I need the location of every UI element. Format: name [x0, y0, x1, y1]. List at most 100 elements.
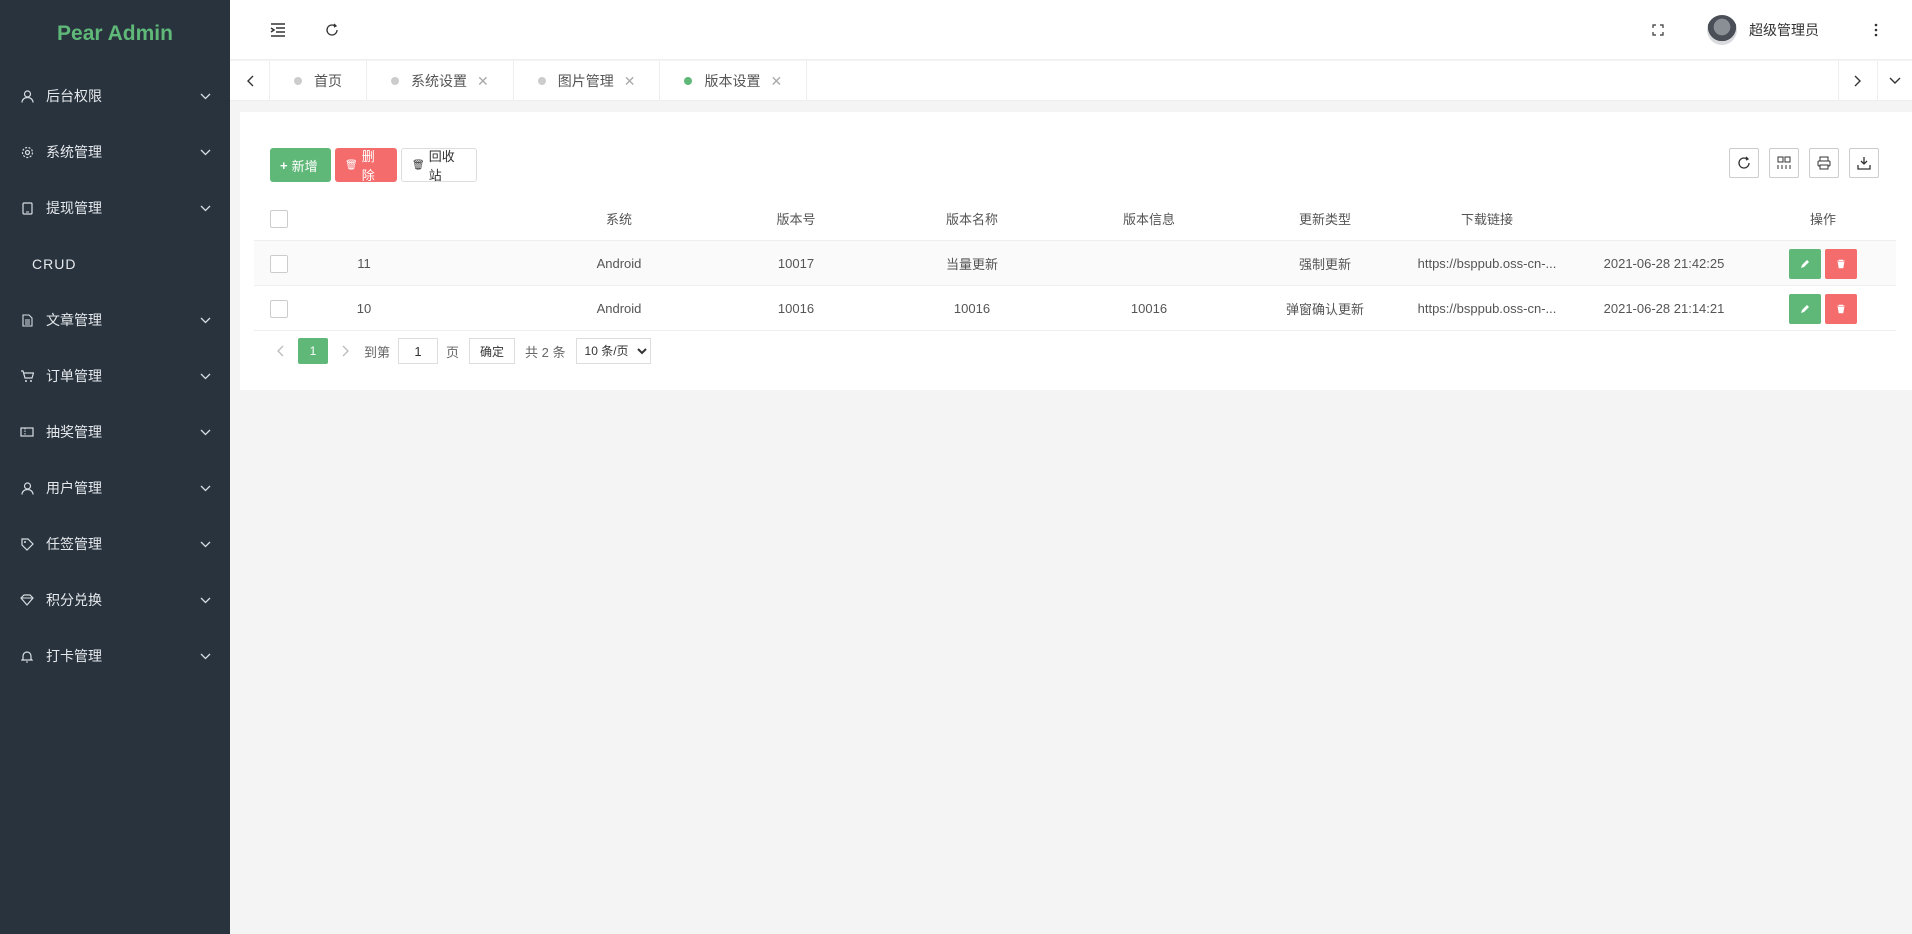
- more-options-icon[interactable]: [1864, 18, 1888, 42]
- chevron-down-icon: [198, 481, 212, 495]
- plus-icon: +: [280, 157, 288, 173]
- page-size-select[interactable]: 10 条/页: [575, 338, 651, 364]
- column-header[interactable]: 系统: [544, 196, 694, 241]
- add-button[interactable]: + 新增: [270, 148, 331, 182]
- bell-icon: [20, 649, 34, 663]
- diamond-icon: [20, 593, 34, 607]
- prev-page-icon[interactable]: [270, 345, 290, 357]
- sidebar-item-7[interactable]: 用户管理: [0, 460, 230, 516]
- cell-id: 10: [356, 301, 372, 316]
- column-header[interactable]: 版本号: [721, 196, 871, 241]
- page-label: 页: [446, 344, 460, 360]
- refresh-icon[interactable]: [320, 18, 344, 42]
- tab-status-dot: [294, 77, 302, 85]
- tab-label: 图片管理: [557, 73, 614, 89]
- chevron-down-icon: [198, 201, 212, 215]
- print-icon[interactable]: [1809, 148, 1839, 178]
- sidebar-item-label: 提现管理: [46, 200, 102, 216]
- sidebar-crud[interactable]: CRUD: [0, 236, 230, 292]
- sidebar-item-10[interactable]: 打卡管理: [0, 628, 230, 684]
- column-header[interactable]: 版本名称: [897, 196, 1047, 241]
- tab-status-dot: [537, 77, 546, 85]
- sidebar-item-1[interactable]: 系统管理: [0, 124, 230, 180]
- sidebar-item-label: CRUD: [32, 256, 77, 272]
- tab-scroll-left-icon[interactable]: [230, 61, 270, 101]
- edit-button[interactable]: [1789, 293, 1821, 324]
- sidebar-item-label: 用户管理: [46, 480, 102, 496]
- trash-icon: [1837, 259, 1845, 268]
- sidebar-item-5[interactable]: 订单管理: [0, 348, 230, 404]
- columns-filter-icon[interactable]: [1769, 148, 1799, 178]
- column-header[interactable]: 版本信息: [1074, 196, 1224, 241]
- row-checkbox[interactable]: [270, 254, 288, 273]
- sidebar-item-2[interactable]: 提现管理: [0, 180, 230, 236]
- close-icon[interactable]: ✕: [770, 73, 782, 90]
- sidebar-menu: 后台权限系统管理提现管理 CRUD 文章管理订单管理 抽奖管理用户管理任签管理积分兑换…: [0, 68, 230, 684]
- cart-icon: [20, 369, 34, 383]
- sidebar-item-label: 打卡管理: [46, 648, 102, 664]
- delete-button[interactable]: 🗑 删除: [335, 148, 397, 183]
- recycle-bin-button[interactable]: 🗑 回收站: [401, 148, 477, 183]
- tab-scroll-right-icon[interactable]: [1838, 61, 1878, 101]
- tab-label: 系统设置: [411, 73, 467, 89]
- table-header-row: 系统 版本号 版本名称 版本信息 更新类型 下载链接 操作: [254, 196, 1896, 241]
- app-logo[interactable]: Pear Admin: [0, 0, 230, 68]
- table-refresh-icon[interactable]: [1729, 148, 1759, 178]
- goto-confirm-button[interactable]: 确定: [469, 338, 516, 364]
- cell-system: Android: [596, 301, 642, 316]
- tab-2[interactable]: 图片管理 ✕: [514, 61, 661, 101]
- chevron-down-icon: [198, 537, 212, 551]
- tablet-icon: [20, 201, 34, 215]
- sidebar-item-6[interactable]: 抽奖管理: [0, 404, 230, 460]
- goto-page-input[interactable]: [398, 338, 439, 364]
- fullscreen-icon[interactable]: [1646, 18, 1670, 42]
- chevron-down-icon: [198, 649, 212, 663]
- column-header[interactable]: 下载链接: [1412, 196, 1562, 241]
- sidebar-item-label: 积分兑换: [46, 592, 102, 608]
- user-icon: [20, 481, 34, 495]
- tab-3[interactable]: 版本设置 ✕: [660, 61, 808, 101]
- column-header: 操作: [1809, 212, 1836, 227]
- close-icon[interactable]: ✕: [477, 73, 489, 90]
- select-all-checkbox[interactable]: [270, 209, 288, 228]
- chevron-down-icon: [198, 425, 212, 439]
- table-body: 11 Android 10017 当量更新 强制更新 https://bsppub.oss…: [254, 241, 1896, 331]
- column-header[interactable]: 更新类型: [1250, 196, 1400, 241]
- page-number[interactable]: 1: [298, 338, 328, 364]
- content-card: + 新增 🗑 删除 🗑 回收站 系统 版本号 版本名称 版本信息 更新类型 下载…: [240, 112, 1912, 390]
- cell-version-code: 10016: [777, 301, 815, 316]
- gear-icon: [20, 145, 34, 159]
- trash-icon: 🗑: [345, 159, 358, 171]
- user-menu[interactable]: 超级管理员: [1707, 14, 1819, 46]
- sidebar-item-label: 后台权限: [46, 88, 102, 104]
- table-row[interactable]: 10 Android 10016 10016 10016 弹窗确认更新 https://bs…: [254, 286, 1896, 331]
- trash-icon: 🗑: [412, 159, 425, 171]
- sidebar-item-0[interactable]: 后台权限: [0, 68, 230, 124]
- tab-dropdown-icon[interactable]: [1878, 61, 1912, 101]
- next-page-icon[interactable]: [336, 345, 356, 357]
- tab-1[interactable]: 系统设置 ✕: [367, 61, 514, 101]
- top-header: 超级管理员: [230, 0, 1912, 60]
- cell-download-link: https://bsppub.oss-cn-...: [1417, 256, 1557, 271]
- sidebar: Pear Admin 后台权限系统管理提现管理 CRUD 文章管理订单管理 抽奖管理用…: [0, 0, 230, 934]
- table-row[interactable]: 11 Android 10017 当量更新 强制更新 https://bsppub.oss…: [254, 241, 1896, 286]
- sidebar-item-9[interactable]: 积分兑换: [0, 572, 230, 628]
- export-icon[interactable]: [1849, 148, 1879, 178]
- edit-button[interactable]: [1789, 248, 1821, 279]
- delete-row-button[interactable]: [1825, 293, 1857, 324]
- tab-label: 首页: [314, 73, 342, 89]
- tab-0[interactable]: 首页: [270, 61, 367, 101]
- close-icon[interactable]: ✕: [624, 73, 636, 90]
- cell-download-link: https://bsppub.oss-cn-...: [1417, 301, 1557, 316]
- menu-toggle-icon[interactable]: [266, 18, 290, 42]
- chevron-down-icon: [198, 369, 212, 383]
- row-checkbox[interactable]: [270, 299, 288, 318]
- cell-version-name: 当量更新: [945, 257, 998, 272]
- sidebar-item-label: 文章管理: [46, 312, 102, 328]
- cell-version-info: 10016: [1130, 301, 1168, 316]
- delete-row-button[interactable]: [1825, 248, 1857, 279]
- tab-list: 首页 系统设置 ✕ 图片管理 ✕ 版本设置 ✕: [270, 61, 808, 101]
- sidebar-item-8[interactable]: 任签管理: [0, 516, 230, 572]
- sidebar-item-4[interactable]: 文章管理: [0, 292, 230, 348]
- data-table: 系统 版本号 版本名称 版本信息 更新类型 下载链接 操作 11 Android 1…: [254, 196, 1896, 331]
